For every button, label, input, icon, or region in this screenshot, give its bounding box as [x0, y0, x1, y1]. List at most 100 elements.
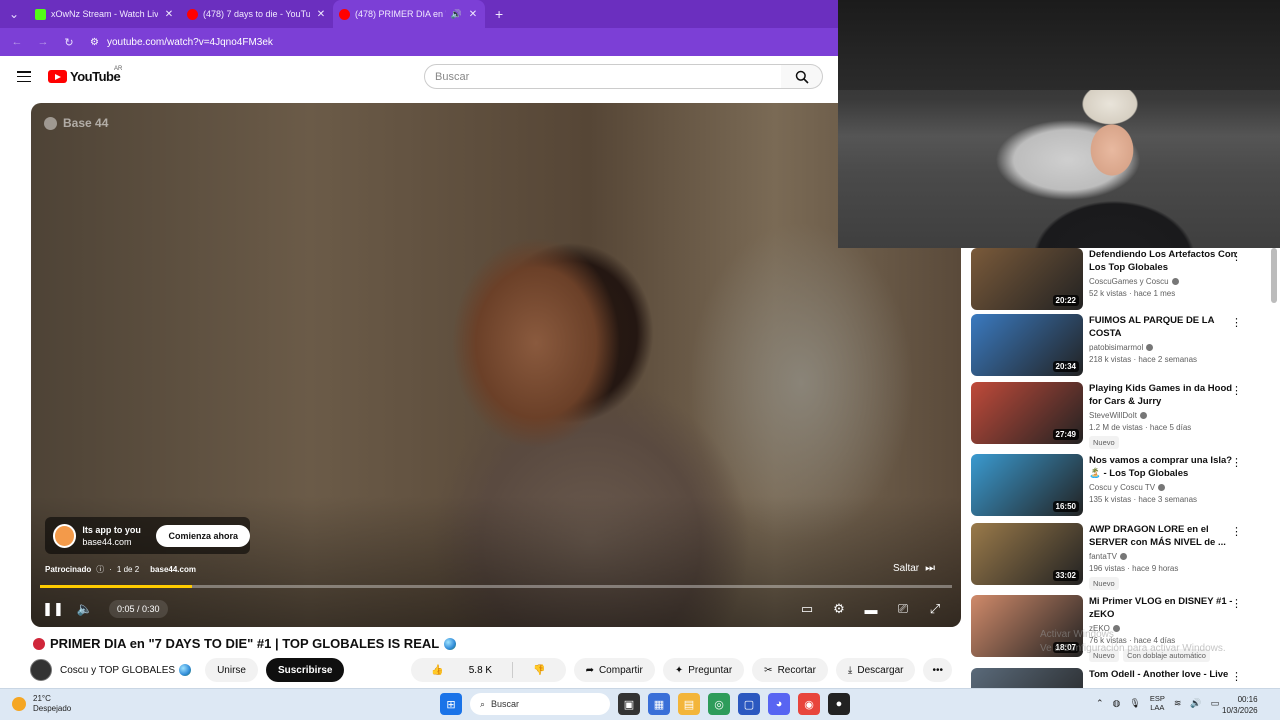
progress-bar[interactable] — [40, 585, 952, 588]
recommendation-title[interactable]: Tom Odell - Another love - Live — [1089, 668, 1239, 681]
search-input[interactable]: Buscar — [424, 64, 782, 89]
back-arrow-icon[interactable]: ← — [10, 36, 24, 48]
close-tab-icon[interactable]: ✕ — [315, 9, 327, 20]
tab-youtube-primer-dia[interactable]: (478) PRIMER DIA en "7 🔊 ✕ — [333, 0, 485, 28]
video-player[interactable]: Base 44 Its app to you base44.com Comien… — [31, 103, 961, 627]
settings-gear-icon[interactable]: ⚙ — [823, 595, 855, 623]
recommendation-item[interactable]: 16:50 Nos vamos a comprar una Isla? 🏝️ - … — [971, 454, 1271, 518]
task-view-icon[interactable]: ▣ — [618, 693, 640, 715]
video-thumbnail[interactable] — [971, 668, 1083, 688]
weather-condition: Despejado — [33, 704, 72, 713]
video-thumbnail[interactable]: 16:50 — [971, 454, 1083, 516]
video-thumbnail[interactable]: 27:49 — [971, 382, 1083, 444]
video-thumbnail[interactable]: 33:02 — [971, 523, 1083, 585]
search-button[interactable] — [781, 64, 823, 89]
theater-mode-icon[interactable]: ▬ — [855, 595, 887, 623]
recommendation-stats: 135 k vistas · hace 3 semanas — [1089, 495, 1198, 504]
more-options-icon[interactable]: ⋮ — [1231, 670, 1242, 683]
tab-search-chevron-icon[interactable]: ⌄ — [3, 3, 25, 25]
url-field[interactable]: ⚙ youtube.com/watch?v=4Jqno4FM3ek — [90, 37, 273, 48]
discord-icon[interactable]: ◕ — [768, 693, 790, 715]
more-options-icon[interactable]: ⋮ — [1231, 525, 1242, 538]
tray-chevron-icon[interactable]: ⌃ — [1096, 698, 1104, 709]
recommendation-title[interactable]: Defendiendo Los Artefactos Con Los Top G… — [1089, 248, 1239, 274]
join-button[interactable]: Unirse — [205, 658, 258, 682]
dislike-button[interactable]: 👎 — [513, 665, 565, 676]
more-actions-button[interactable]: ••• — [923, 658, 952, 682]
network-icon[interactable]: ◍ — [1113, 698, 1121, 709]
youtube-logo[interactable]: YouTube AR — [48, 66, 123, 84]
recommendation-title[interactable]: Mi Primer VLOG en DISNEY #1 - zEKO — [1089, 595, 1239, 621]
windows-start-icon[interactable]: ⊞ — [440, 693, 462, 715]
recommendation-channel[interactable]: CoscuGames y Coscu — [1089, 277, 1239, 286]
cast-icon[interactable]: ⎚ — [887, 595, 919, 623]
volume-icon[interactable]: 🔈 — [69, 595, 101, 623]
volume-tray-icon[interactable]: 🔊 — [1190, 698, 1201, 709]
taskbar-search[interactable]: ⌕ Buscar — [470, 693, 610, 715]
system-clock[interactable]: 00:16 10/3/2026 — [1222, 694, 1258, 716]
language-indicator[interactable]: ESP LAA — [1150, 694, 1165, 712]
fullscreen-icon[interactable]: ⤢ — [919, 595, 951, 623]
close-tab-icon[interactable]: ✕ — [467, 9, 479, 20]
recommendation-channel[interactable]: fantaTV — [1089, 552, 1239, 561]
weather-widget[interactable]: 21°C Despejado — [12, 694, 71, 714]
subtitles-icon[interactable]: ▭ — [791, 595, 823, 623]
xbox-icon[interactable]: ◎ — [708, 693, 730, 715]
info-icon[interactable]: ⓘ — [96, 564, 104, 575]
recommendation-title[interactable]: FUIMOS AL PARQUE DE LA COSTA — [1089, 314, 1239, 340]
battery-icon[interactable]: ▭ — [1211, 698, 1220, 709]
channel-text: Coscu y Coscu TV — [1089, 483, 1156, 492]
download-button[interactable]: ⤓ Descargar — [835, 658, 916, 682]
like-button[interactable]: 👍 5.8 K — [411, 665, 512, 676]
reload-icon[interactable]: ↻ — [62, 36, 76, 49]
recommendation-channel[interactable]: SteveWillDoIt — [1089, 411, 1239, 420]
recommendation-title[interactable]: Nos vamos a comprar una Isla? 🏝️ - Los T… — [1089, 454, 1239, 480]
microsoft-store-icon[interactable]: ▢ — [738, 693, 760, 715]
store-icon[interactable]: ▦ — [648, 693, 670, 715]
recommendation-item[interactable]: 27:49 Playing Kids Games in da Hood for C… — [971, 382, 1271, 449]
more-options-icon[interactable]: ⋮ — [1231, 597, 1242, 610]
country-code: AR — [114, 66, 123, 72]
clip-button[interactable]: ✂ Recortar — [752, 658, 828, 682]
video-thumbnail[interactable]: 20:34 — [971, 314, 1083, 376]
chrome-icon[interactable]: ◉ — [798, 693, 820, 715]
ad-cta-button[interactable]: Comienza ahora — [156, 524, 250, 547]
wifi-icon[interactable]: ≋ — [1174, 698, 1182, 709]
recommendation-title[interactable]: Playing Kids Games in da Hood for Cars &… — [1089, 382, 1239, 408]
menu-hamburger-icon[interactable] — [17, 71, 31, 86]
skip-ad-button[interactable]: Saltar ⏭ — [887, 557, 941, 579]
file-explorer-icon[interactable]: ▤ — [678, 693, 700, 715]
recommendation-channel[interactable]: Coscu y Coscu TV — [1089, 483, 1239, 492]
share-button[interactable]: ➦ Compartir — [573, 658, 655, 682]
recommendation-item[interactable]: Tom Odell - Another love - Live ⋮ — [971, 668, 1271, 688]
recommendation-item[interactable]: 33:02 AWP DRAGON LORE en el SERVER con MÁ… — [971, 523, 1271, 590]
recommendation-item[interactable]: 20:22 Defendiendo Los Artefactos Con Los … — [971, 248, 1271, 312]
mic-icon[interactable]: 🎙 — [1129, 698, 1140, 709]
channel-name[interactable]: Coscu y TOP GLOBALES — [60, 664, 192, 676]
sidebar-scrollbar[interactable] — [1271, 248, 1277, 303]
recommendation-item[interactable]: 20:34 FUIMOS AL PARQUE DE LA COSTA patobis… — [971, 314, 1271, 378]
recommendation-channel[interactable]: patobisimarmol — [1089, 343, 1239, 352]
more-options-icon[interactable]: ⋮ — [1231, 250, 1242, 263]
close-tab-icon[interactable]: ✕ — [163, 9, 175, 20]
subscribe-button[interactable]: Suscribirse — [265, 658, 345, 682]
tab-kick-stream[interactable]: xOwNz Stream - Watch Live on ✕ — [29, 0, 181, 28]
ad-info-domain[interactable]: base44.com — [150, 565, 196, 574]
channel-avatar[interactable] — [30, 659, 52, 681]
webcam-background — [838, 0, 1280, 90]
forward-arrow-icon[interactable]: → — [36, 36, 50, 48]
ad-card[interactable]: Its app to you base44.com Comienza ahora — [45, 517, 250, 554]
speaker-icon[interactable]: 🔊 — [451, 9, 462, 20]
tab-youtube-7days[interactable]: (478) 7 days to die - YouTube ✕ — [181, 0, 333, 28]
new-tab-button[interactable]: + — [495, 6, 503, 22]
more-options-icon[interactable]: ⋮ — [1231, 456, 1242, 469]
obs-icon[interactable]: ● — [828, 693, 850, 715]
pause-icon[interactable]: ❚❚ — [37, 595, 69, 623]
skip-label: Saltar — [893, 562, 920, 574]
more-options-icon[interactable]: ⋮ — [1231, 384, 1242, 397]
recommendation-title[interactable]: AWP DRAGON LORE en el SERVER con MÁS NIV… — [1089, 523, 1239, 549]
more-options-icon[interactable]: ⋮ — [1231, 316, 1242, 329]
video-thumbnail[interactable]: 20:22 — [971, 248, 1083, 310]
site-info-icon[interactable]: ⚙ — [90, 37, 99, 48]
ask-button[interactable]: ✦ Preguntar — [662, 658, 745, 682]
